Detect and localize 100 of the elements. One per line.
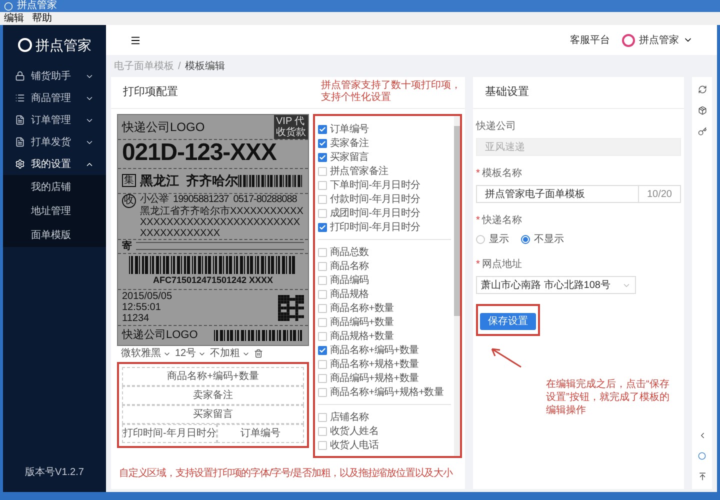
radio-option[interactable]: 不显示: [521, 232, 564, 247]
custom-print-item[interactable]: 打印时间-年月日时分: [122, 424, 218, 442]
template-name-field[interactable]: 拼点管家电子面单模板: [476, 185, 639, 203]
barcode-icon: [129, 256, 297, 274]
print-item-checkbox[interactable]: 商品名称: [318, 259, 451, 273]
custom-print-item[interactable]: 买家留言: [122, 404, 304, 424]
receiver-info: 小公举 19905881237 0517-80288088: [140, 194, 298, 206]
print-item-checkbox[interactable]: 商品规格+数量: [318, 329, 451, 343]
custom-print-item[interactable]: 商品名称+编码+数量: [122, 366, 304, 386]
checkbox[interactable]: [318, 166, 327, 176]
font-select[interactable]: 不加粗: [210, 346, 250, 361]
delete-icon[interactable]: [254, 349, 264, 358]
sorting-code: 021D-123-XXX: [122, 139, 276, 166]
sidebar-subitem[interactable]: 面单模版: [3, 223, 106, 247]
print-item-checkbox[interactable]: 收货人姓名: [318, 424, 451, 438]
logo-text: 拼点管家: [36, 36, 92, 54]
checkbox[interactable]: [318, 374, 327, 382]
sidebar-item[interactable]: 打单发货: [3, 131, 106, 153]
print-item-checkbox[interactable]: 收货人电话: [318, 438, 451, 452]
print-item-checkbox[interactable]: 付款时间-年月日时分: [318, 192, 451, 206]
sidebar-item[interactable]: 订单管理: [3, 109, 106, 131]
annotation-text: 自定义区域，支持设置打印项的字体/字号/是否加粗，以及拖拉缩放位置以及大小: [118, 466, 454, 481]
checkbox[interactable]: [318, 304, 327, 312]
print-item-checkbox[interactable]: 商品编码+数量: [318, 315, 451, 329]
radio-button[interactable]: [521, 235, 530, 244]
font-select[interactable]: 12号: [175, 346, 206, 361]
checkbox[interactable]: [318, 360, 327, 368]
address-select[interactable]: 萧山市心南路 市心北路108号: [476, 276, 636, 294]
print-item-checkbox[interactable]: 店铺名称: [318, 410, 451, 424]
checkbox[interactable]: [318, 318, 327, 326]
print-date: 2015/05/05: [122, 291, 172, 302]
print-item-checkbox[interactable]: 订单编号: [318, 122, 451, 136]
checkbox[interactable]: [318, 290, 327, 298]
checkbox[interactable]: [318, 180, 327, 190]
print-item-checkbox[interactable]: 商品编码: [318, 273, 451, 287]
print-time: 12:55:01: [122, 302, 162, 313]
print-item-checkbox[interactable]: 商品规格: [318, 287, 451, 301]
receiver-mark: 收: [122, 194, 136, 208]
checkbox[interactable]: [318, 332, 327, 340]
checkbox[interactable]: [318, 124, 327, 134]
checkbox[interactable]: [318, 152, 327, 162]
key-icon[interactable]: [698, 127, 706, 136]
save-button[interactable]: 保存设置: [480, 313, 536, 330]
field-label: 网点地址: [482, 258, 522, 272]
menu-item[interactable]: 帮助: [32, 14, 52, 24]
checkbox[interactable]: [318, 426, 327, 436]
print-item-checkbox[interactable]: 商品编码+规格+数量: [318, 371, 451, 385]
print-item-checkbox[interactable]: 成团时间-年月日时分: [318, 206, 451, 220]
checkbox[interactable]: [318, 194, 327, 204]
print-item-checkbox[interactable]: 商品名称+数量: [318, 301, 451, 315]
checkbox[interactable]: [318, 208, 327, 218]
print-item-checkbox[interactable]: 下单时间-年月日时分: [318, 178, 451, 192]
app-icon: [4, 2, 13, 10]
font-select[interactable]: 微软雅黑: [121, 346, 171, 361]
checkbox[interactable]: [318, 138, 327, 148]
checkbox[interactable]: [318, 276, 327, 284]
checkbox[interactable]: [318, 262, 327, 270]
radio-option[interactable]: 显示: [476, 232, 509, 247]
custom-print-item[interactable]: 订单编号: [217, 424, 304, 442]
sidebar-item[interactable]: 我的设置: [3, 153, 106, 175]
print-item-checkbox[interactable]: 打印时间-年月日时分: [318, 220, 451, 234]
service-link[interactable]: 客服平台: [570, 32, 610, 48]
menu-item[interactable]: 编辑: [4, 14, 24, 24]
checkbox[interactable]: [318, 346, 327, 354]
sidebar-subitem[interactable]: 地址管理: [3, 199, 106, 223]
print-item-checkbox[interactable]: 买家留言: [318, 150, 451, 164]
checkbox[interactable]: [318, 388, 327, 396]
checkbox[interactable]: [318, 440, 327, 450]
scrollbar[interactable]: [454, 116, 460, 456]
print-number: 11234: [122, 313, 150, 324]
print-item-checkbox[interactable]: 卖家备注: [318, 136, 451, 150]
panel-title: 打印项配置: [122, 85, 179, 100]
print-item-checkbox[interactable]: 商品总数: [318, 245, 451, 259]
custom-print-item[interactable]: 卖家备注: [122, 386, 304, 404]
circle-icon[interactable]: [698, 452, 706, 460]
sidebar-item[interactable]: 铺货助手: [3, 65, 106, 87]
print-item-checkbox[interactable]: 商品名称+规格+数量: [318, 357, 451, 371]
print-item-checkbox[interactable]: 商品名称+编码+数量: [318, 343, 451, 357]
user-name[interactable]: 拼点管家: [639, 32, 679, 48]
version-text: 版本号V1.2.7: [24, 466, 85, 480]
box-icon[interactable]: [698, 106, 706, 115]
required-mark: *: [476, 258, 480, 272]
sidebar-subitem[interactable]: 我的店铺: [3, 175, 106, 199]
checkbox[interactable]: [318, 412, 327, 422]
field-label: 模板名称: [482, 166, 522, 181]
back-to-top-icon[interactable]: [698, 472, 706, 481]
menu-icon[interactable]: [130, 34, 141, 46]
sidebar-item[interactable]: 商品管理: [3, 87, 106, 109]
print-item-checkbox[interactable]: 商品名称+编码+规格+数量: [318, 385, 451, 399]
print-item-checkbox[interactable]: 拼点管家备注: [318, 164, 451, 178]
sender-mark: 寄: [122, 239, 132, 254]
refresh-icon[interactable]: [698, 85, 706, 94]
checkbox[interactable]: [318, 222, 327, 232]
checkbox[interactable]: [318, 248, 327, 256]
waybill-logo: 快递公司LOGO: [122, 328, 198, 343]
breadcrumb-separator: /: [178, 60, 181, 74]
barcode-icon: [238, 174, 304, 188]
radio-button[interactable]: [476, 235, 485, 244]
vip-label: VIP 代收货款: [274, 115, 308, 139]
receiver-address: 黑龙江省齐齐哈尔市XXXXXXXXXXXXXXXXXXXXXXXXXXXXXXXXXXXXXXXXXXXXXXX: [140, 206, 304, 238]
